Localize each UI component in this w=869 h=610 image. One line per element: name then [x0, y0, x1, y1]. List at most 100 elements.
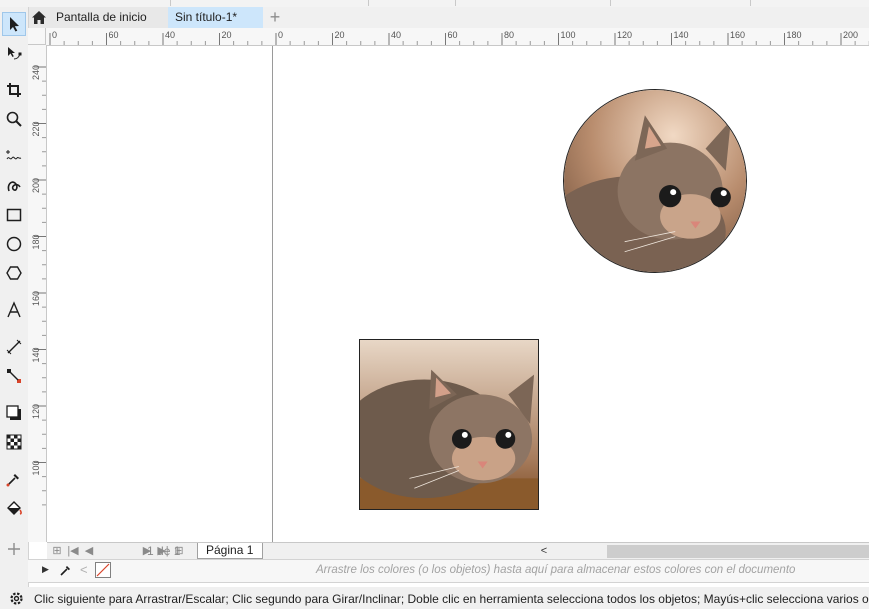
eyedropper-tool-icon [6, 474, 19, 487]
ruler-tick-label: 200 [843, 30, 858, 40]
rectangle-tool-button[interactable] [2, 203, 26, 227]
no-color-icon [96, 563, 110, 577]
polygon-tool-icon [6, 266, 22, 280]
horizontal-ruler[interactable]: 0 60 40 20 0 20 40 60 80 100 120 140 160 180 200 [28, 28, 869, 46]
ruler-tick-label: 40 [165, 30, 175, 40]
status-message: Clic siguiente para Arrastrar/Escalar; C… [34, 592, 869, 606]
ruler-tick-label: 220 [31, 122, 41, 137]
ruler-tick-label: 140 [31, 348, 41, 363]
pick-tool-button[interactable] [2, 12, 26, 36]
add-page-before-button[interactable]: ⊞ [51, 544, 63, 558]
shape-tool-button[interactable] [2, 41, 26, 65]
last-page-button[interactable]: ▶| [157, 544, 169, 558]
eyedropper-icon [60, 566, 70, 576]
palette-scroll-left-icon[interactable]: < [80, 562, 88, 577]
ruler-tick-label: 120 [617, 30, 632, 40]
previous-page-button[interactable]: ◀ [83, 544, 95, 558]
horizontal-scroll-thumb[interactable] [607, 545, 869, 558]
add-tool-button[interactable] [2, 537, 26, 561]
connector-tool-icon [7, 369, 21, 383]
palette-eyedropper-button[interactable] [59, 563, 73, 580]
drawing-canvas[interactable] [47, 46, 869, 542]
ruler-tick-label: 140 [674, 30, 689, 40]
dimension-tool-button[interactable] [2, 335, 26, 359]
no-color-swatch[interactable] [95, 562, 111, 578]
tab-document[interactable]: Sin título-1* [168, 7, 263, 28]
ruler-tick-label: 120 [31, 404, 41, 419]
ellipse-tool-button[interactable] [2, 232, 26, 256]
fill-tool-button[interactable] [2, 496, 26, 520]
shadow-tool-icon [6, 405, 21, 420]
tab-home[interactable]: Pantalla de inicio [28, 7, 168, 28]
freehand-tool-icon [6, 150, 22, 160]
toolbox [0, 7, 29, 587]
toolbar-field[interactable] [750, 0, 826, 6]
shape-tool-icon [8, 47, 22, 60]
fill-tool-icon [7, 501, 22, 515]
toolbar-divider [455, 0, 456, 6]
toolbar-divider [368, 0, 369, 6]
toolbar-divider [610, 0, 611, 6]
transparency-tool-button[interactable] [2, 430, 26, 454]
ellipse-tool-icon [6, 236, 22, 252]
page-navigator: ⊞ |◀ ◀ 1 de 1 ▶ ▶| ⊞ Página 1 < [47, 542, 869, 560]
ruler-tick-label: 180 [787, 30, 802, 40]
document-tab-bar: Pantalla de inicio Sin título-1* + [28, 7, 869, 29]
document-palette: ▶ < Arrastre los colores (o los objetos)… [28, 559, 869, 583]
ruler-tick-label: 160 [31, 291, 41, 306]
ruler-tick-label: 240 [31, 65, 41, 80]
next-page-button[interactable]: ▶ [141, 544, 153, 558]
crop-tool-icon [7, 83, 21, 97]
page-border-left [272, 46, 273, 542]
ruler-tick-label: 80 [504, 30, 514, 40]
ruler-tick-label: 0 [278, 30, 283, 40]
add-page-after-button[interactable]: ⊞ [173, 544, 185, 558]
scroll-left-button[interactable]: < [537, 544, 551, 558]
rectangle-tool-icon [6, 208, 22, 222]
artistic-media-icon [7, 181, 21, 192]
vertical-ruler-ticks: 240 220 200 180 160 140 120 100 [31, 65, 46, 506]
connector-tool-button[interactable] [2, 364, 26, 388]
page-tab[interactable]: Página 1 [197, 543, 263, 559]
status-settings-button[interactable] [8, 590, 25, 610]
text-tool-button[interactable] [2, 298, 26, 322]
crop-tool-button[interactable] [2, 78, 26, 102]
cat-image-circle[interactable] [563, 89, 747, 273]
ruler-tick-label: 100 [31, 461, 41, 476]
ruler-tick-label: 40 [391, 30, 401, 40]
vertical-ruler[interactable]: 240 220 200 180 160 140 120 100 [28, 45, 47, 542]
zoom-tool-icon [6, 111, 22, 127]
first-page-button[interactable]: |◀ [67, 544, 79, 558]
cat-photo [564, 90, 746, 272]
cat-image-square[interactable] [359, 339, 539, 510]
ruler-tick-label: 20 [335, 30, 345, 40]
eyedropper-tool-button[interactable] [2, 467, 26, 491]
status-bar: Clic siguiente para Arrastrar/Escalar; C… [0, 587, 869, 609]
text-tool-icon [7, 301, 21, 318]
ruler-tick-label: 100 [561, 30, 576, 40]
transparency-tool-icon [6, 434, 22, 450]
toolbar-field[interactable] [170, 0, 291, 6]
add-tool-icon [8, 543, 20, 555]
add-tab-button[interactable]: + [264, 7, 286, 28]
ruler-tick-label: 0 [52, 30, 57, 40]
ruler-tick-label: 60 [109, 30, 119, 40]
ruler-tick-label: 20 [222, 30, 232, 40]
ruler-tick-label: 60 [448, 30, 458, 40]
pick-tool-icon [10, 17, 19, 32]
shadow-tool-button[interactable] [2, 401, 26, 425]
ruler-tick-label: 160 [730, 30, 745, 40]
cat-photo [360, 340, 538, 509]
zoom-tool-button[interactable] [2, 107, 26, 131]
ruler-origin[interactable] [28, 28, 46, 45]
freehand-tool-button[interactable] [2, 144, 26, 168]
tab-home-label: Pantalla de inicio [56, 10, 147, 24]
polygon-tool-button[interactable] [2, 261, 26, 285]
dimension-tool-icon [6, 339, 22, 355]
ruler-tick-label: 180 [31, 235, 41, 250]
settings-icon [10, 592, 23, 605]
palette-hint-text: Arrastre los colores (o los objetos) has… [316, 564, 796, 576]
ruler-tick-label: 200 [31, 178, 41, 193]
artistic-media-button[interactable] [2, 174, 26, 198]
palette-expand-icon[interactable]: ▶ [42, 564, 49, 575]
